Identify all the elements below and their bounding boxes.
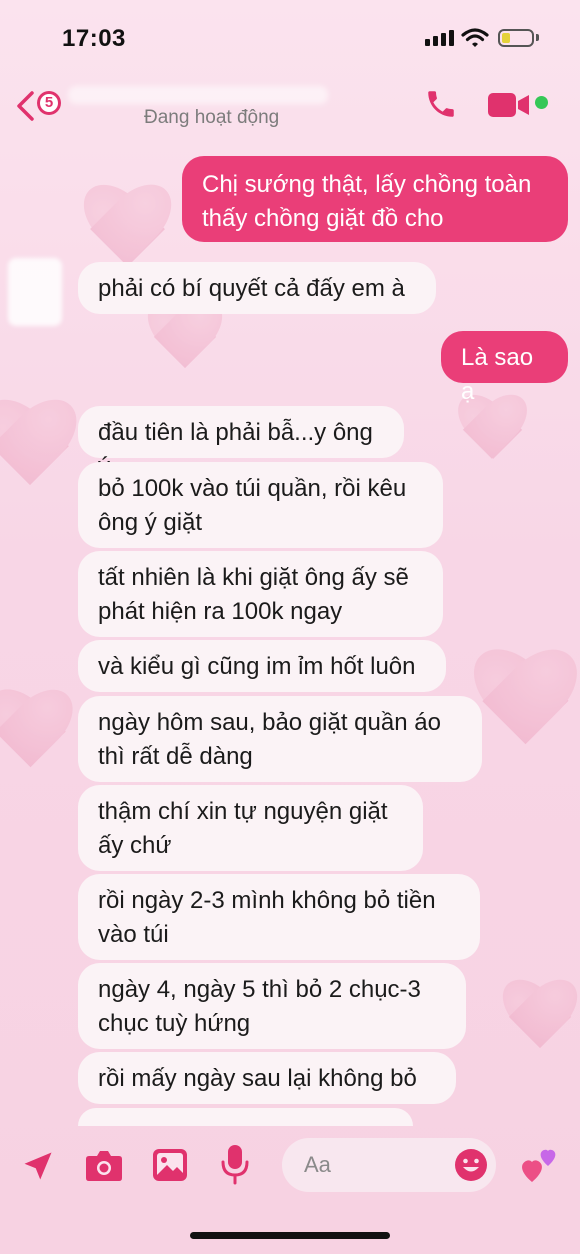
background-heart [0,690,75,780]
avatar[interactable] [8,258,62,326]
location-arrow-icon[interactable] [20,1148,56,1184]
emoji-icon[interactable] [454,1148,488,1182]
camera-icon[interactable] [85,1148,123,1182]
message-incoming[interactable]: đầu tiên là phải bẫ...y ông ý [78,406,404,480]
message-outgoing[interactable]: Chị sướng thật, lấy chồng toàn thấy chồn… [182,156,568,242]
hearts-icon[interactable] [518,1144,562,1186]
video-camera-icon[interactable] [487,91,531,119]
composer-bar: Aa [0,1136,580,1196]
unread-count-badge[interactable]: 5 [37,91,61,115]
message-text: Chị sướng thật, lấy chồng toàn thấy chồn… [202,171,532,232]
contact-name-redacted[interactable] [68,86,328,104]
microphone-icon[interactable] [219,1144,251,1186]
background-heart [0,400,80,500]
message-incoming[interactable]: tất nhiên là khi giặt ông ấy sẽ phát hiệ… [78,551,443,637]
home-indicator[interactable] [190,1232,390,1239]
message-incoming[interactable]: ngày hôm sau, bảo giặt quần áo thì rất d… [78,696,482,782]
message-input[interactable]: Aa [282,1138,496,1192]
battery-tip [536,34,539,41]
message-text: ngày hôm sau, bảo giặt quần áo thì rất d… [98,709,441,770]
message-incoming[interactable]: bỏ 100k vào túi quần, rồi kêu ông ý giặt [78,462,443,548]
message-text: bỏ 100k vào túi quần, rồi kêu ông ý giặt [98,475,407,536]
chat-header: 5 Đang hoạt động [0,72,580,134]
message-text: và kiểu gì cũng im ỉm hốt luôn [98,653,416,680]
message-text: ngày 4, ngày 5 thì bỏ 2 chục-3 chục tuỳ … [98,976,421,1037]
battery-icon [498,29,534,47]
message-text: rồi mấy ngày sau lại không bỏ [98,1065,417,1092]
clock: 17:03 [62,25,126,52]
phone-icon[interactable] [424,87,458,121]
message-outgoing[interactable]: Là sao ạ [441,331,568,405]
active-status: Đang hoạt động [144,107,280,128]
message-incoming[interactable]: và kiểu gì cũng im ỉm hốt luôn [78,640,446,692]
message-incoming[interactable]: rồi ngày 2-3 mình không bỏ tiền vào túi [78,874,480,960]
wifi-icon [461,28,489,47]
status-bar: 17:03 [0,0,580,70]
message-text: rồi ngày 2-3 mình không bỏ tiền vào túi [98,887,436,948]
message-incoming[interactable]: phải có bí quyết cả đấy em à [78,262,436,314]
background-heart [500,980,580,1060]
message-incoming[interactable]: thậm chí xin tự nguyện giặt ấy chứ [78,785,423,871]
message-text: thậm chí xin tự nguyện giặt ấy chứ [98,798,388,859]
back-chevron-icon[interactable] [14,90,36,122]
message-text: tất nhiên là khi giặt ông ấy sẽ phát hiệ… [98,564,409,625]
message-input-placeholder: Aa [304,1152,331,1177]
signal-icon [425,30,454,46]
online-indicator [535,96,548,109]
message-incoming[interactable]: rồi mấy ngày sau lại không bỏ [78,1052,456,1104]
message-text: phải có bí quyết cả đấy em à [98,275,405,302]
message-incoming[interactable]: ngày 4, ngày 5 thì bỏ 2 chục-3 chục tuỳ … [78,963,466,1049]
gallery-icon[interactable] [152,1148,188,1182]
background-heart [470,650,580,760]
message-incoming-partial [78,1108,413,1126]
